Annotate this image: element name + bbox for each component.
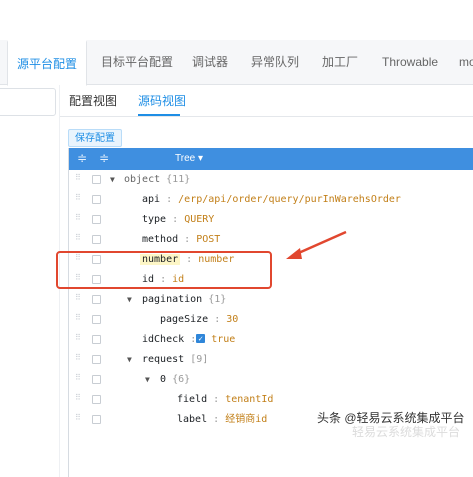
config-tab-bar: 源平台配置 目标平台配置 调试器 异常队列 加工厂 Throwable mo bbox=[0, 40, 473, 86]
tree-value[interactable]: /erp/api/order/query/purInWarehsOrder bbox=[178, 194, 401, 205]
drag-handle-icon[interactable]: ⠿ bbox=[75, 174, 81, 185]
drag-handle-icon[interactable]: ⠿ bbox=[75, 194, 81, 205]
tree-key: pagination bbox=[142, 294, 203, 305]
row-select-checkbox[interactable] bbox=[92, 375, 101, 384]
row-select-checkbox[interactable] bbox=[92, 315, 101, 324]
expand-all-icon[interactable]: ≑ bbox=[77, 151, 87, 165]
tree-row-request[interactable]: ⠿ ▼ request [9] bbox=[69, 350, 473, 370]
tree-value[interactable]: QUERY bbox=[184, 214, 214, 225]
tree-count: {6} bbox=[172, 374, 191, 385]
tree-key: request bbox=[142, 354, 185, 365]
tree-row-pagination[interactable]: ⠿ ▼ pagination {1} bbox=[69, 290, 473, 310]
tab-source-platform-config[interactable]: 源平台配置 bbox=[7, 40, 87, 86]
row-select-checkbox[interactable] bbox=[92, 195, 101, 204]
subtab-config-view[interactable]: 配置视图 bbox=[69, 92, 117, 109]
row-select-checkbox[interactable] bbox=[92, 215, 101, 224]
tree-key: method bbox=[142, 234, 179, 245]
tree-row-type[interactable]: ⠿ type : QUERY bbox=[69, 210, 473, 230]
tree-toolbar: ≑ ≑ Tree ▾ bbox=[69, 148, 473, 170]
tree-row-field[interactable]: ⠿ field : tenantId bbox=[69, 390, 473, 410]
tree-key: pageSize bbox=[160, 314, 209, 325]
tree-count: {11} bbox=[166, 174, 191, 185]
tab-more[interactable]: mo bbox=[459, 40, 473, 85]
row-select-checkbox[interactable] bbox=[92, 395, 101, 404]
tab-target-platform-config[interactable]: 目标平台配置 bbox=[101, 40, 173, 85]
tree-row-method[interactable]: ⠿ method : POST bbox=[69, 230, 473, 250]
expand-arrow-icon[interactable]: ▼ bbox=[110, 170, 115, 190]
tab-throwable[interactable]: Throwable bbox=[382, 40, 438, 85]
tree-value[interactable]: 30 bbox=[226, 314, 238, 325]
tab-factory[interactable]: 加工厂 bbox=[322, 40, 358, 85]
tree-row-object[interactable]: ⠿ ▼ object {11} bbox=[69, 170, 473, 190]
drag-handle-icon[interactable]: ⠿ bbox=[75, 354, 81, 365]
tree-value[interactable]: true bbox=[211, 334, 235, 345]
tab-exception-queue[interactable]: 异常队列 bbox=[251, 40, 299, 85]
row-select-checkbox[interactable] bbox=[92, 235, 101, 244]
boolean-checkbox[interactable]: ✓ bbox=[196, 334, 206, 343]
tree-count: {1} bbox=[208, 294, 227, 305]
tree-row-api[interactable]: ⠿ api : /erp/api/order/query/purInWarehs… bbox=[69, 190, 473, 210]
tree-key: field bbox=[177, 394, 208, 405]
tree-value[interactable]: 经销商id bbox=[225, 414, 267, 425]
row-select-checkbox[interactable] bbox=[92, 295, 101, 304]
tree-key: api bbox=[142, 194, 161, 205]
drag-handle-icon[interactable]: ⠿ bbox=[75, 334, 81, 345]
expand-arrow-icon[interactable]: ▼ bbox=[127, 290, 132, 310]
tree-mode-dropdown[interactable]: Tree ▾ bbox=[175, 153, 203, 164]
tab-debugger[interactable]: 调试器 bbox=[192, 40, 228, 85]
row-select-checkbox[interactable] bbox=[92, 175, 101, 184]
tree-value[interactable]: tenantId bbox=[225, 394, 273, 405]
annotation-arrow-icon bbox=[286, 230, 347, 259]
drag-handle-icon[interactable]: ⠿ bbox=[75, 234, 81, 245]
tree-row-pagesize[interactable]: ⠿ pageSize : 30 bbox=[69, 310, 473, 330]
expand-arrow-icon[interactable]: ▼ bbox=[127, 350, 132, 370]
row-select-checkbox[interactable] bbox=[92, 415, 101, 424]
drag-handle-icon[interactable]: ⠿ bbox=[75, 394, 81, 405]
tree-value[interactable]: POST bbox=[196, 234, 220, 245]
drag-handle-icon[interactable]: ⠿ bbox=[75, 414, 81, 425]
tree-count: [9] bbox=[190, 354, 209, 365]
subtab-source-view[interactable]: 源码视图 bbox=[138, 92, 186, 109]
tree-key: label bbox=[177, 414, 208, 425]
tree-key: object bbox=[124, 174, 161, 185]
subtab-divider bbox=[60, 116, 473, 117]
tree-row-request-0[interactable]: ⠿ ▼ 0 {6} bbox=[69, 370, 473, 390]
expand-arrow-icon[interactable]: ▼ bbox=[145, 370, 150, 390]
annotation-highlight-box bbox=[56, 251, 272, 289]
collapse-all-icon[interactable]: ≑ bbox=[99, 151, 109, 165]
drag-handle-icon[interactable]: ⠿ bbox=[75, 374, 81, 385]
drag-handle-icon[interactable]: ⠿ bbox=[75, 314, 81, 325]
tree-key: idCheck bbox=[142, 334, 185, 345]
watermark: 头条 @轻易云系统集成平台 bbox=[317, 411, 465, 425]
tree-row-idcheck[interactable]: ⠿ idCheck : ✓ true bbox=[69, 330, 473, 350]
row-select-checkbox[interactable] bbox=[92, 355, 101, 364]
tree-key: 0 bbox=[160, 374, 167, 385]
row-select-checkbox[interactable] bbox=[92, 335, 101, 344]
drag-handle-icon[interactable]: ⠿ bbox=[75, 294, 81, 305]
tree-rows: ⠿ ▼ object {11} ⠿ api : /erp/api/order/q… bbox=[69, 170, 473, 430]
left-search-input[interactable] bbox=[0, 88, 56, 116]
drag-handle-icon[interactable]: ⠿ bbox=[75, 214, 81, 225]
save-config-button[interactable]: 保存配置 bbox=[68, 129, 122, 147]
tree-key: type bbox=[142, 214, 167, 225]
